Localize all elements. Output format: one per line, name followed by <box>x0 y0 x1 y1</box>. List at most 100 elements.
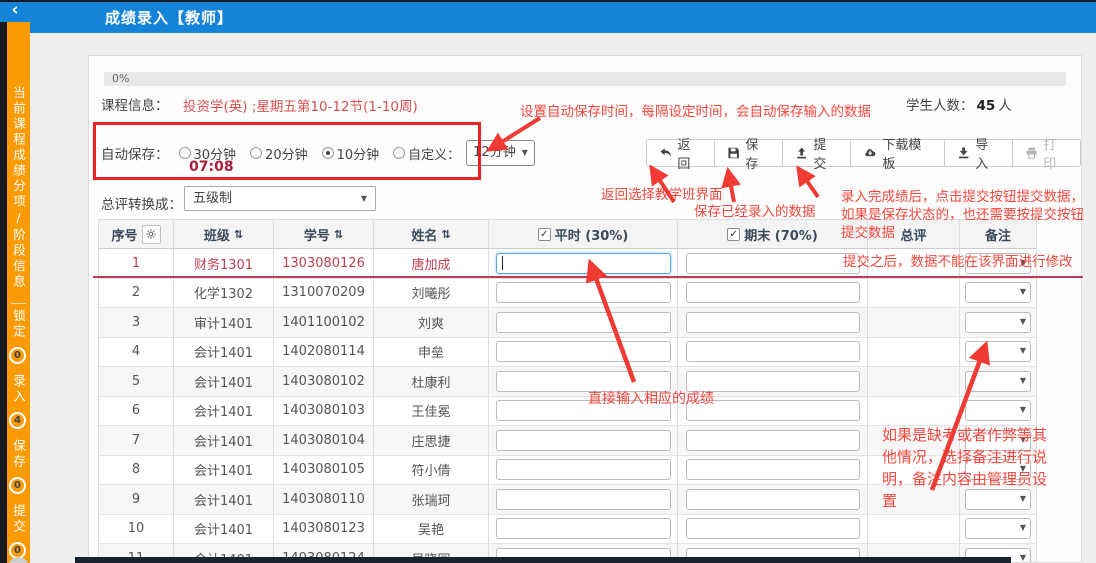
cell-final-score <box>678 308 868 338</box>
cell-remark: ▼ <box>960 308 1037 338</box>
cell-no: 3 <box>99 308 174 338</box>
regular-score-input[interactable] <box>496 371 671 392</box>
chevron-down-icon: ▼ <box>361 187 367 210</box>
table-row: 4 会计1401 1402080114 申垒 ▼ <box>99 338 1036 368</box>
header-final-score: ✓期末 (70%) <box>678 220 868 249</box>
cell-class: 会计1401 <box>174 485 274 515</box>
cell-final-score <box>678 456 868 486</box>
table-row: 2 化学1302 1310070209 刘曦彤 ▼ <box>99 279 1036 309</box>
header-regular-score: ✓平时 (30%) <box>489 220 678 249</box>
cell-regular-score <box>489 249 678 279</box>
cell-no: 4 <box>99 338 174 368</box>
final-score-input[interactable] <box>686 312 860 333</box>
annotation-remark: 如果是缺考或者作弊等其他情况，选择备注进行说明，备注内容由管理员设置 <box>882 424 1048 512</box>
remark-select[interactable]: ▼ <box>965 400 1031 421</box>
cell-remark: ▼ <box>960 397 1037 427</box>
checkbox-final[interactable]: ✓ <box>727 228 740 241</box>
cell-regular-score <box>489 338 678 368</box>
cell-name: 吴艳 <box>374 515 489 545</box>
sidebar-item-saved[interactable]: 保存 <box>7 439 30 470</box>
convert-label: 总评转换成： <box>101 193 182 213</box>
annotation-back: 返回选择教学班界面 <box>601 186 723 204</box>
checkbox-regular[interactable]: ✓ <box>538 228 551 241</box>
cell-final-score <box>678 485 868 515</box>
cell-name: 张瑞珂 <box>374 485 489 515</box>
cell-remark: ▼ <box>960 367 1037 397</box>
cell-name: 符小倩 <box>374 456 489 486</box>
regular-score-input[interactable] <box>496 430 671 451</box>
cell-total-score <box>868 338 960 368</box>
column-settings-button[interactable] <box>142 225 161 244</box>
remark-select[interactable]: ▼ <box>965 371 1031 392</box>
cell-name: 庄思捷 <box>374 426 489 456</box>
regular-score-input[interactable] <box>496 489 671 510</box>
chevron-down-icon: ▼ <box>1020 287 1026 296</box>
cell-name: 刘爽 <box>374 308 489 338</box>
cell-remark: ▼ <box>960 515 1037 545</box>
remark-select[interactable]: ▼ <box>965 312 1031 333</box>
sidebar-bottom-knob[interactable] <box>8 557 29 563</box>
final-score-input[interactable] <box>686 518 860 539</box>
save-button[interactable]: 保存 <box>715 139 783 167</box>
cell-remark: ▼ <box>960 279 1037 309</box>
cell-class: 化学1302 <box>174 279 274 309</box>
import-button[interactable]: 导入 <box>945 139 1013 167</box>
final-score-input[interactable] <box>686 371 860 392</box>
remark-select[interactable]: ▼ <box>965 341 1031 362</box>
sort-icon[interactable]: ⇅ <box>234 228 243 241</box>
autosave-highlight-box <box>93 122 481 180</box>
cell-no: 6 <box>99 397 174 427</box>
regular-score-input[interactable] <box>496 459 671 480</box>
sidebar-item-entered[interactable]: 录入 <box>7 374 30 405</box>
cell-total-score <box>868 308 960 338</box>
gear-icon <box>145 228 157 240</box>
regular-score-input[interactable] <box>496 518 671 539</box>
cell-regular-score <box>489 279 678 309</box>
download-template-button[interactable]: 下载模板 <box>851 139 945 167</box>
table-row: 6 会计1401 1403080103 王佳冕 ▼ <box>99 397 1036 427</box>
final-score-input[interactable] <box>686 253 860 274</box>
back-chevron-icon: ‹ <box>11 0 18 20</box>
grade-scale-select[interactable]: 五级制▼ <box>184 186 376 211</box>
course-info-label: 课程信息： <box>101 94 169 114</box>
locked-count-badge: 0 <box>9 347 26 364</box>
back-button[interactable]: ‹ <box>0 0 30 22</box>
print-button[interactable]: 打印 <box>1013 139 1081 167</box>
final-score-input[interactable] <box>686 341 860 362</box>
cell-total-score <box>868 279 960 309</box>
cell-class: 审计1401 <box>174 308 274 338</box>
cell-regular-score <box>489 485 678 515</box>
header-student-id: 学号⇅ <box>274 220 374 249</box>
regular-score-input[interactable] <box>496 253 671 274</box>
sidebar-item-submitted[interactable]: 提交 <box>7 504 30 535</box>
cell-student-id: 1403080110 <box>274 485 374 515</box>
final-score-input[interactable] <box>686 430 860 451</box>
course-info-value: 投资学(英) ;星期五第10-12节(1-10周) <box>183 95 418 115</box>
regular-score-input[interactable] <box>496 312 671 333</box>
import-icon <box>957 146 970 160</box>
submit-button[interactable]: 提交 <box>783 139 851 167</box>
header-no: 序号 <box>99 220 174 249</box>
final-score-input[interactable] <box>686 282 860 303</box>
cell-name: 刘曦彤 <box>374 279 489 309</box>
cell-name: 申垒 <box>374 338 489 368</box>
bottom-scroll-edge <box>75 557 1011 563</box>
sidebar-divider <box>11 303 26 304</box>
cell-final-score <box>678 338 868 368</box>
remark-select[interactable]: ▼ <box>965 518 1031 539</box>
chevron-down-icon: ▼ <box>1020 523 1026 532</box>
final-score-input[interactable] <box>686 459 860 480</box>
final-score-input[interactable] <box>686 489 860 510</box>
top-border <box>0 0 1096 2</box>
sort-icon[interactable]: ⇅ <box>334 228 343 241</box>
regular-score-input[interactable] <box>496 282 671 303</box>
chevron-down-icon: ▼ <box>1020 553 1026 562</box>
regular-score-input[interactable] <box>496 341 671 362</box>
sort-icon[interactable]: ⇅ <box>441 228 450 241</box>
sidebar-item-locked[interactable]: 锁定 <box>7 309 30 340</box>
annotation-submit: 录入完成绩后，点击提交按钮提交数据，如果是保存状态的，也还需要按提交按钮提交数据 <box>841 188 1096 242</box>
cell-student-id: 1403080123 <box>274 515 374 545</box>
cell-class: 财务1301 <box>174 249 274 279</box>
return-button[interactable]: 返回 <box>646 139 715 167</box>
remark-select[interactable]: ▼ <box>965 282 1031 303</box>
